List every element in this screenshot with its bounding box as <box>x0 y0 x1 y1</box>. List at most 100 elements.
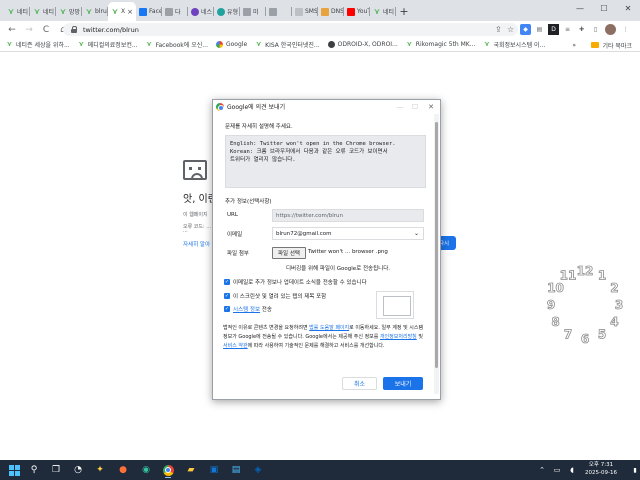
share-icon[interactable]: ⇪ <box>495 23 502 36</box>
describe-label: 문제를 자세히 설명해 주세요. <box>225 124 293 130</box>
browser-tab[interactable]: YouT <box>344 2 370 21</box>
bookmark-item[interactable]: ⋎ 메디컬의료정보컨... <box>78 40 137 50</box>
bookmark-item[interactable]: ⋎ Facebook에 오신... <box>146 40 208 50</box>
app-blue-icon[interactable]: ◈ <box>250 462 266 478</box>
file-choose-button[interactable]: 파일 선택 <box>272 247 306 259</box>
dialog-close-button[interactable]: ✕ <box>424 100 438 113</box>
network-icon[interactable]: ▭ <box>549 462 565 478</box>
checkbox-checked-icon[interactable]: ✓ <box>224 293 230 299</box>
browser-tab[interactable]: 네스 <box>188 2 214 21</box>
menu-kebab-icon[interactable]: ⋮ <box>620 24 631 35</box>
bookmark-label: 국회정보시스템 이... <box>493 42 546 49</box>
extension-panel-icon[interactable]: ▤ <box>534 24 545 35</box>
bookmark-favicon-icon: ⋎ <box>78 40 85 48</box>
send-button[interactable]: 보내기 <box>383 377 423 390</box>
sysinfo-checkbox-row[interactable]: ✓ 시스템 정보 전송 <box>224 305 272 313</box>
email-updates-checkbox-row[interactable]: ✓ 이메일로 추가 정보나 업데이트 소식을 전송할 수 있습니다 <box>224 278 367 286</box>
desktop-clock-widget: 12 12 3 45678 9 1011 <box>546 264 623 347</box>
browser-tab[interactable]: 미 <box>240 2 266 21</box>
bookmarks-overflow-button[interactable]: » <box>572 38 576 52</box>
chrome-logo-icon <box>162 464 174 476</box>
sidepanel-icon[interactable]: ▯ <box>590 24 601 35</box>
details-link[interactable]: 자세히 알아 <box>183 240 210 248</box>
checkbox-checked-icon[interactable]: ✓ <box>224 306 230 312</box>
dialog-maximize-button[interactable]: ☐ <box>408 100 422 113</box>
bookmark-item[interactable]: ⋎ 네티즌 세상을 위하... <box>6 40 70 50</box>
browser-tab[interactable] <box>266 2 292 21</box>
browser-tab[interactable]: ⋎ 망망 <box>56 2 82 21</box>
screenshot-thumbnail[interactable] <box>376 291 414 319</box>
reload-button[interactable]: C <box>38 22 54 38</box>
back-button[interactable]: ← <box>4 22 20 38</box>
bookmark-label: 네티즌 세상을 위하... <box>16 42 70 49</box>
sysinfo-link[interactable]: 시스템 정보 <box>233 307 260 313</box>
close-window-button[interactable]: ✕ <box>616 0 640 17</box>
extension-dl-icon[interactable]: D <box>548 24 559 35</box>
firefox-icon[interactable]: ● <box>115 462 131 478</box>
browser-tab[interactable]: 다 <box>162 2 188 21</box>
maximize-icon: ☐ <box>411 102 419 111</box>
search-icon[interactable]: ⚲ <box>26 462 42 478</box>
app-icon[interactable]: ✦ <box>92 462 108 478</box>
forward-button[interactable]: → <box>21 22 37 38</box>
privacy-policy-link[interactable]: 개인정보처리방침 <box>380 334 417 340</box>
tab-label: 네스 <box>201 9 213 16</box>
legal-text: 에 따라 사용하여 기술적인 문제를 해결하고 서비스를 개선합니다. <box>247 343 385 349</box>
extensions-puzzle-icon[interactable]: ✚ <box>576 24 587 35</box>
tray-chevron-icon[interactable]: ⌃ <box>534 462 550 478</box>
tab-label: 유형 <box>227 9 239 16</box>
outlook-icon[interactable]: ▣ <box>206 462 222 478</box>
bookmark-label: ODROID-X, ODROI... <box>337 41 398 48</box>
tab-label: blru <box>95 8 107 15</box>
windows-start-icon[interactable] <box>6 462 22 478</box>
edge-icon[interactable]: ◉ <box>138 462 154 478</box>
tab-close-icon[interactable]: × <box>127 8 133 16</box>
browser-tab[interactable]: ⋎ 네티 <box>4 2 30 21</box>
clock-numeral: 11 <box>560 269 577 283</box>
cancel-button[interactable]: 취소 <box>342 377 377 390</box>
browser-tab[interactable]: Facel <box>136 2 162 21</box>
bookmark-item[interactable]: ⋎ 국회정보시스템 이... <box>483 40 546 50</box>
file-explorer-icon[interactable]: ▰ <box>183 462 199 478</box>
browser-tab[interactable]: SMS <box>292 2 318 21</box>
browser-tab[interactable]: ⋎ 네티 <box>370 2 396 21</box>
error-detail: ... <box>183 228 188 234</box>
bookmark-item[interactable]: ⋎ KISA 한국인터넷진... <box>255 40 320 50</box>
chrome-taskbar-icon[interactable] <box>160 462 176 478</box>
task-view-icon[interactable]: ❐ <box>48 462 64 478</box>
browser-tab[interactable]: 유형 <box>214 2 240 21</box>
maximize-button[interactable]: ☐ <box>592 0 616 17</box>
email-select[interactable]: blrun72@gmail.com ⌄ <box>272 227 424 240</box>
dialog-scrollbar-thumb[interactable] <box>435 122 438 368</box>
minimize-button[interactable]: — <box>568 0 592 17</box>
browser-tab[interactable]: ⋎ X × <box>108 2 136 21</box>
minimize-icon: — <box>396 102 404 111</box>
other-bookmarks[interactable]: 기타 북마크 <box>591 38 632 52</box>
extension-list-icon[interactable]: ≡ <box>562 24 573 35</box>
bookmark-item[interactable]: Google <box>215 41 247 48</box>
extension-shield-icon[interactable]: ◆ <box>520 24 531 35</box>
browser-tab[interactable]: ⋎ 네티 <box>30 2 56 21</box>
store-icon[interactable]: ▤ <box>228 462 244 478</box>
notification-icon[interactable]: ▮ <box>627 462 640 478</box>
terms-of-service-link[interactable]: 서비스 약관 <box>223 343 248 349</box>
screenshot-checkbox-row[interactable]: ✓ 이 스크린샷 및 열려 있는 탭의 제목 포함 <box>224 292 326 300</box>
bookmark-star-icon[interactable]: ☆ <box>507 23 514 36</box>
tab-label: 네티 <box>17 9 29 16</box>
address-bar[interactable]: twitter.com/blrun ⇪ ☆ <box>63 23 518 36</box>
browser-tab[interactable]: ⋎ blru <box>82 2 108 21</box>
bookmark-item[interactable]: ⋎ Rikomagic 5th MK... <box>406 41 475 49</box>
browser-tab[interactable]: DNS <box>318 2 344 21</box>
widgets-icon[interactable]: ◔ <box>70 462 86 478</box>
tab-label: 네티 <box>383 9 395 16</box>
dialog-minimize-button[interactable]: — <box>393 100 407 113</box>
checkbox-checked-icon[interactable]: ✓ <box>224 279 230 285</box>
volume-icon[interactable]: ◖ <box>564 462 580 478</box>
legal-help-link[interactable]: 법률 도움말 페이지 <box>309 325 349 331</box>
bookmark-item[interactable]: ODROID-X, ODROI... <box>327 41 398 48</box>
new-tab-button[interactable]: + <box>396 2 412 21</box>
taskbar-clock[interactable]: 오후 7:31 2025-09-16 <box>581 461 621 479</box>
profile-avatar-icon[interactable] <box>605 24 616 35</box>
description-textarea[interactable]: English: Twitter won't open in the Chrom… <box>225 135 426 188</box>
tab-label: DNS <box>331 8 344 15</box>
